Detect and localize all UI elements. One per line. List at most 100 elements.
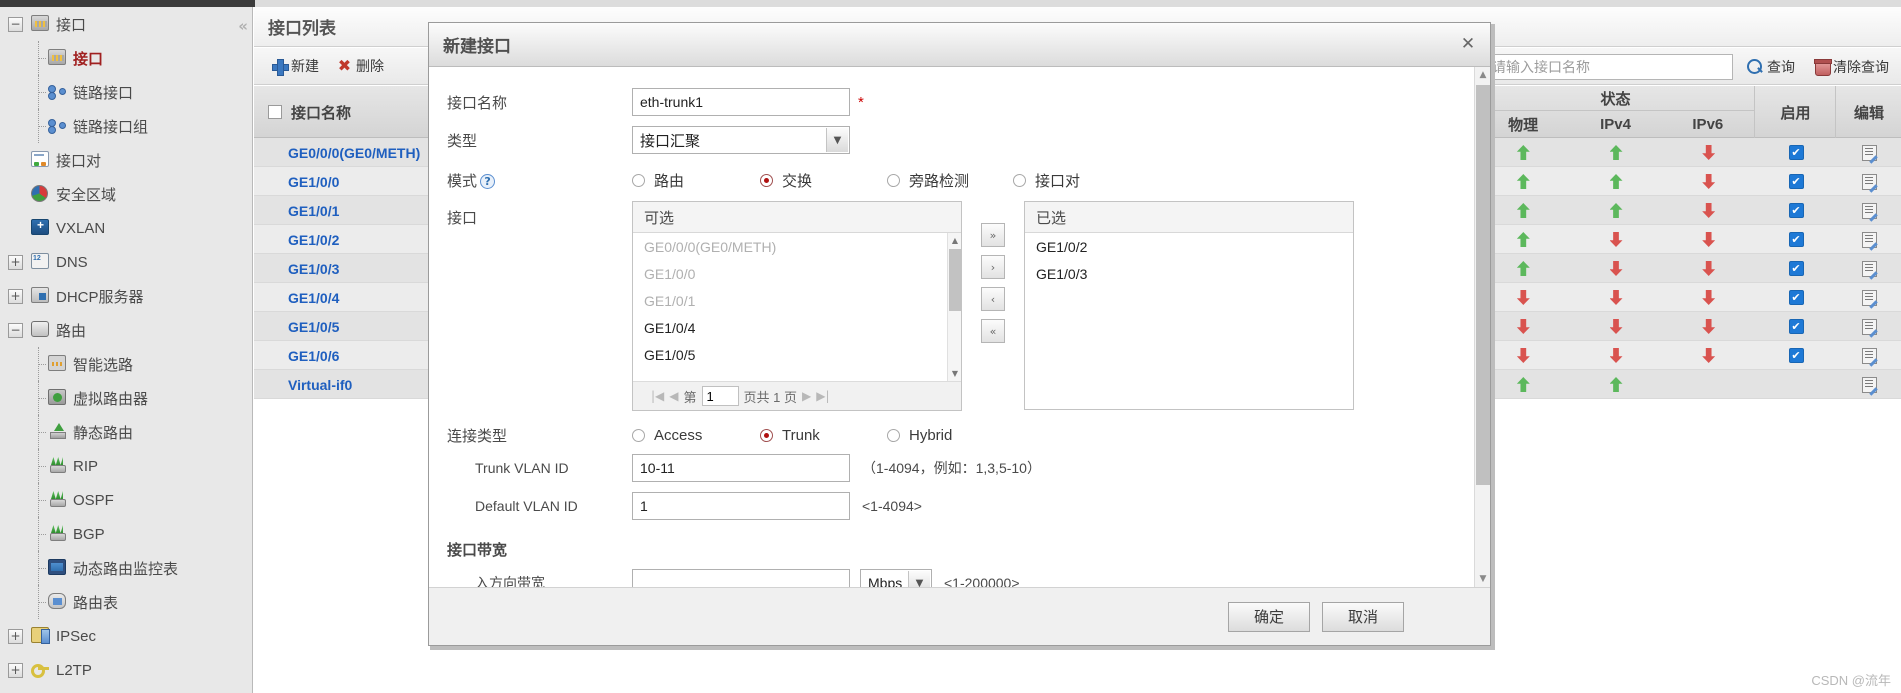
sidebar-item-0[interactable]: − 接口 bbox=[0, 7, 252, 41]
scroll-up-icon[interactable]: ▲ bbox=[1475, 67, 1490, 83]
edit-icon[interactable] bbox=[1861, 144, 1877, 161]
sidebar-item-15[interactable]: BGP bbox=[0, 517, 252, 551]
scroll-down-icon[interactable]: ▼ bbox=[1475, 571, 1490, 587]
collapse-icon[interactable]: − bbox=[8, 16, 23, 32]
enable-checkbox[interactable]: ✔ bbox=[1788, 319, 1804, 334]
next-page-icon[interactable]: ▶ bbox=[802, 389, 811, 403]
mode-option-2[interactable]: 旁路检测 bbox=[887, 170, 1013, 191]
enable-checkbox[interactable]: ✔ bbox=[1788, 232, 1804, 247]
link-type-option-2[interactable]: Hybrid bbox=[887, 427, 1007, 444]
sidebar-item-14[interactable]: OSPF bbox=[0, 483, 252, 517]
sidebar-item-18[interactable]: + IPSec bbox=[0, 619, 252, 653]
page-number-input[interactable] bbox=[701, 386, 739, 406]
interface-name-input[interactable] bbox=[632, 88, 850, 116]
new-interface-button[interactable]: 新建 bbox=[266, 54, 325, 78]
expand-icon[interactable]: + bbox=[8, 288, 23, 304]
radio-button[interactable] bbox=[632, 428, 645, 442]
radio-button[interactable] bbox=[887, 428, 900, 442]
enable-checkbox[interactable]: ✔ bbox=[1788, 348, 1804, 363]
edit-icon[interactable] bbox=[1861, 347, 1877, 364]
expand-icon[interactable]: + bbox=[8, 254, 23, 270]
enable-checkbox[interactable]: ✔ bbox=[1788, 290, 1804, 305]
scroll-up-icon[interactable]: ▲ bbox=[948, 233, 961, 248]
link-type-option-0[interactable]: Access bbox=[632, 427, 760, 444]
edit-icon[interactable] bbox=[1861, 173, 1877, 190]
remove-all-button[interactable]: « bbox=[981, 319, 1005, 343]
available-list[interactable]: GE0/0/0(GE0/METH) GE1/0/0 GE1/0/1 GE1/0/4 GE… bbox=[633, 233, 961, 381]
scroll-down-icon[interactable]: ▼ bbox=[948, 366, 961, 381]
select-all-checkbox[interactable] bbox=[268, 105, 282, 119]
expand-icon[interactable]: + bbox=[8, 628, 23, 644]
interface-type-select[interactable]: 接口汇聚 ▼ bbox=[632, 126, 850, 154]
inbound-unit-select[interactable]: Mbps ▼ bbox=[860, 569, 932, 587]
enable-checkbox[interactable]: ✔ bbox=[1788, 203, 1804, 218]
collapse-icon[interactable]: − bbox=[8, 322, 23, 338]
selected-list-item[interactable]: GE1/0/2 bbox=[1025, 233, 1353, 260]
radio-button[interactable] bbox=[760, 173, 773, 187]
inbound-bandwidth-input[interactable] bbox=[632, 569, 850, 587]
help-icon[interactable]: ? bbox=[480, 174, 496, 190]
sidebar-item-19[interactable]: + L2TP bbox=[0, 653, 252, 687]
enable-checkbox[interactable]: ✔ bbox=[1788, 145, 1804, 160]
link-type-option-1[interactable]: Trunk bbox=[760, 427, 887, 444]
first-page-icon[interactable]: |◀ bbox=[651, 389, 664, 403]
sidebar-item-12[interactable]: 静态路由 bbox=[0, 415, 252, 449]
sidebar-item-3[interactable]: 链路接口组 bbox=[0, 109, 252, 143]
sidebar-item-9[interactable]: − 路由 bbox=[0, 313, 252, 347]
sidebar-item-17[interactable]: 路由表 bbox=[0, 585, 252, 619]
edit-icon[interactable] bbox=[1861, 231, 1877, 248]
prev-page-icon[interactable]: ◀ bbox=[669, 389, 678, 403]
edit-icon[interactable] bbox=[1861, 202, 1877, 219]
last-page-icon[interactable]: ▶| bbox=[816, 389, 829, 403]
radio-button[interactable] bbox=[760, 428, 773, 442]
scrollbar-thumb[interactable] bbox=[949, 249, 961, 311]
mode-option-3[interactable]: 接口对 bbox=[1013, 170, 1123, 191]
add-button[interactable]: › bbox=[981, 255, 1005, 279]
cancel-button[interactable]: 取消 bbox=[1322, 601, 1404, 632]
sidebar-item-20[interactable]: L2TP over IPSec bbox=[0, 687, 252, 693]
add-all-button[interactable]: » bbox=[981, 223, 1005, 247]
remove-button[interactable]: ‹ bbox=[981, 287, 1005, 311]
sidebar-item-7[interactable]: + DNS bbox=[0, 245, 252, 279]
radio-button[interactable] bbox=[1013, 173, 1026, 187]
close-icon[interactable]: ✕ bbox=[1459, 35, 1477, 53]
sidebar-item-5[interactable]: 安全区域 bbox=[0, 177, 252, 211]
selected-list[interactable]: GE1/0/2 GE1/0/3 bbox=[1025, 233, 1353, 410]
radio-button[interactable] bbox=[887, 173, 900, 187]
sidebar-item-10[interactable]: 智能选路 bbox=[0, 347, 252, 381]
ok-button[interactable]: 确定 bbox=[1228, 601, 1310, 632]
mode-option-0[interactable]: 路由 bbox=[632, 170, 760, 191]
clear-query-button[interactable]: 清除查询 bbox=[1809, 55, 1895, 79]
mode-option-1[interactable]: 交换 bbox=[760, 170, 887, 191]
enable-checkbox[interactable]: ✔ bbox=[1788, 261, 1804, 276]
new-interface-dialog: 新建接口 ✕ 接口名称 * 类型 接口汇聚 ▼ bbox=[428, 22, 1491, 646]
enable-checkbox[interactable]: ✔ bbox=[1788, 174, 1804, 189]
default-vlan-input[interactable] bbox=[632, 492, 850, 520]
sidebar-item-1[interactable]: 接口 bbox=[0, 41, 252, 75]
sidebar-item-16[interactable]: 动态路由监控表 bbox=[0, 551, 252, 585]
available-list-item[interactable]: GE1/0/4 bbox=[633, 314, 961, 341]
edit-icon[interactable] bbox=[1861, 289, 1877, 306]
sidebar-item-11[interactable]: 虚拟路由器 bbox=[0, 381, 252, 415]
edit-icon[interactable] bbox=[1861, 376, 1877, 393]
dialog-scrollbar-thumb[interactable] bbox=[1476, 85, 1490, 485]
radio-button[interactable] bbox=[632, 173, 645, 187]
expand-icon[interactable]: + bbox=[8, 662, 23, 678]
edit-icon[interactable] bbox=[1861, 260, 1877, 277]
trunk-vlan-input[interactable] bbox=[632, 454, 850, 482]
dialog-scrollbar[interactable]: ▲ ▼ bbox=[1474, 67, 1490, 587]
available-list-item[interactable]: GE1/0/5 bbox=[633, 341, 961, 368]
sidebar-item-8[interactable]: + DHCP服务器 bbox=[0, 279, 252, 313]
sidebar-item-2[interactable]: 链路接口 bbox=[0, 75, 252, 109]
sidebar-item-13[interactable]: RIP bbox=[0, 449, 252, 483]
edit-icon[interactable] bbox=[1861, 318, 1877, 335]
query-button[interactable]: 查询 bbox=[1741, 55, 1801, 79]
selected-list-item[interactable]: GE1/0/3 bbox=[1025, 260, 1353, 287]
available-scrollbar[interactable]: ▲ ▼ bbox=[947, 233, 961, 381]
chevron-down-icon[interactable]: ▼ bbox=[826, 128, 848, 152]
search-input[interactable] bbox=[1483, 53, 1733, 80]
sidebar-item-4[interactable]: 接口对 bbox=[0, 143, 252, 177]
delete-interface-button[interactable]: ✖ 删除 bbox=[331, 54, 390, 78]
chevron-down-icon[interactable]: ▼ bbox=[908, 571, 930, 587]
sidebar-item-6[interactable]: VXLAN bbox=[0, 211, 252, 245]
